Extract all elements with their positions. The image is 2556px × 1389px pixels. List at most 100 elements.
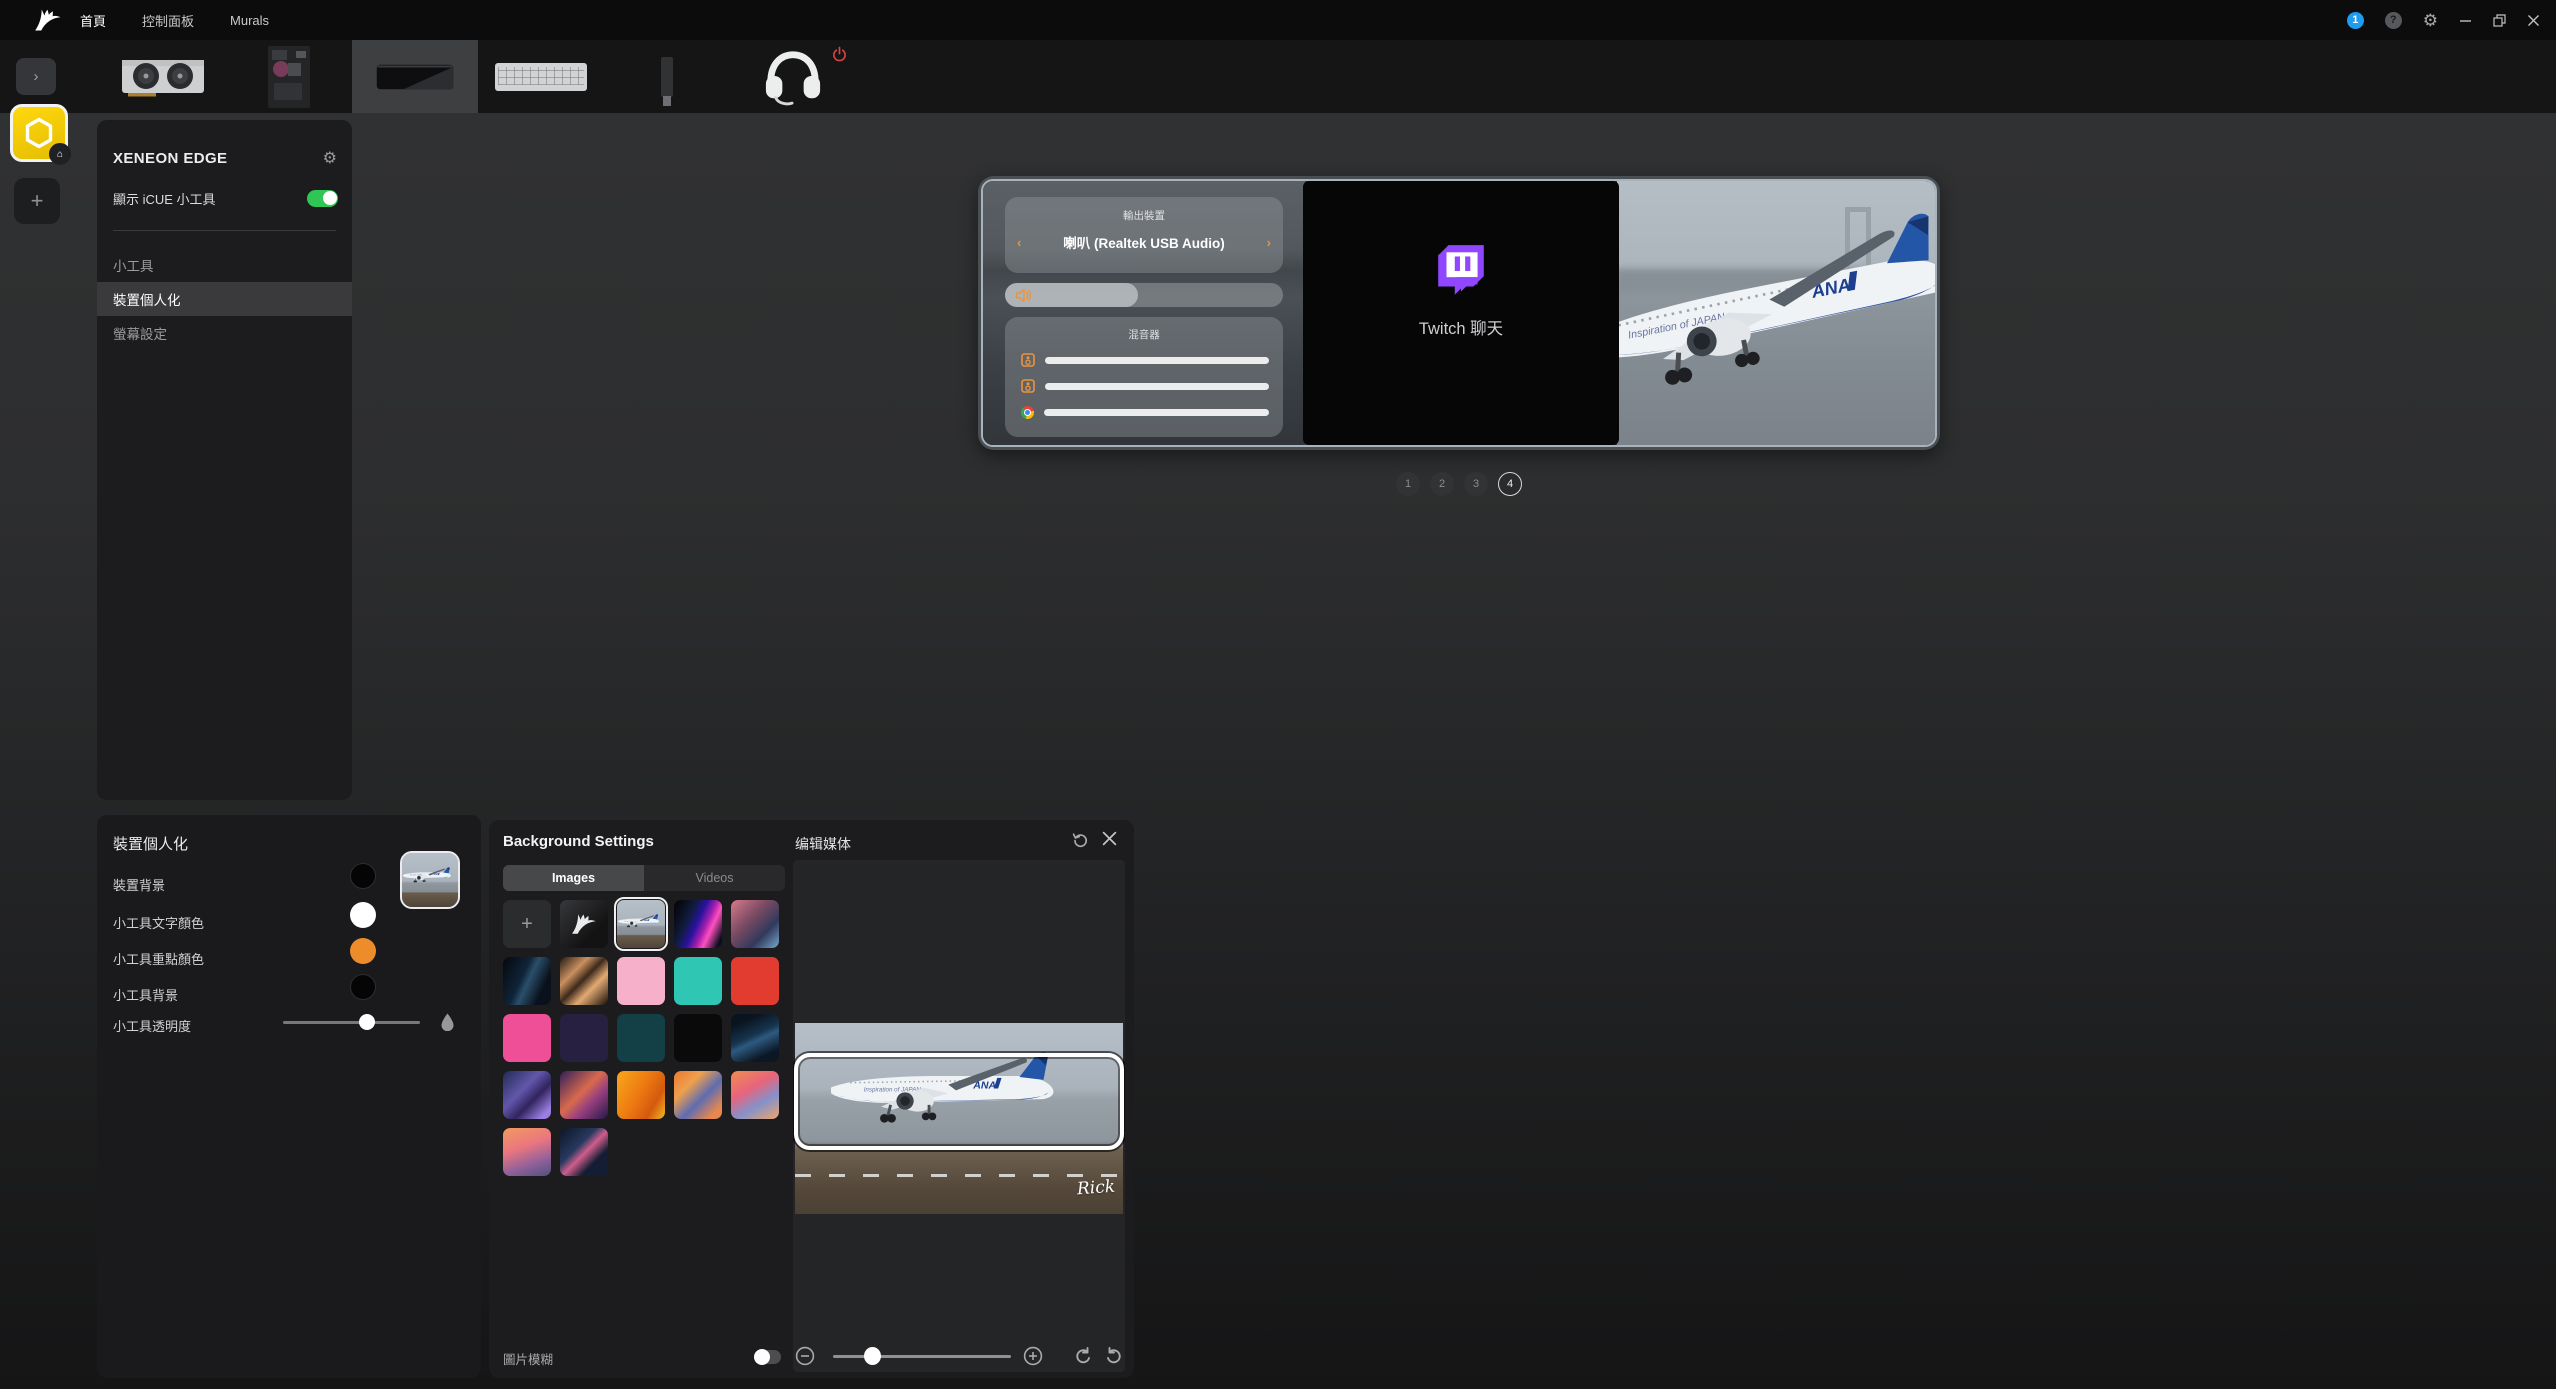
rotate-right-icon[interactable] [1105,1347,1123,1365]
widget-text-color-swatch[interactable] [350,902,376,928]
mixer-row[interactable] [1021,405,1269,419]
audio-widget[interactable]: 輸出裝置 ‹ 喇叭 (Realtek USB Audio) › 混音器 [983,181,1305,445]
twitch-chat-widget[interactable]: Twitch 聊天 [1303,181,1619,445]
image-thumbnail[interactable] [731,1071,779,1119]
zoom-slider[interactable] [833,1355,1011,1358]
menu-item-widgets[interactable]: 小工具 [97,248,352,282]
crop-frame[interactable] [794,1053,1124,1150]
edit-media-canvas[interactable]: Rick [793,860,1125,1372]
gpu-image [118,49,208,105]
personalization-title: 裝置個人化 [113,833,188,854]
mixer-row[interactable] [1021,379,1269,393]
page-dot-1[interactable]: 1 [1396,472,1420,496]
close-dialog-icon[interactable] [1102,831,1117,846]
device-tab-gpu[interactable] [100,40,226,113]
image-thumbnail[interactable] [674,900,722,948]
wallpaper-section[interactable] [1617,181,1935,445]
background-settings-title: Background Settings [503,833,654,850]
menu-home[interactable]: 首頁 [80,11,106,30]
headset-image [762,47,824,107]
icue-widgets-toggle-label: 顯示 iCUE 小工具 [113,189,216,208]
page-dot-4[interactable]: 4 [1498,472,1522,496]
device-background-label: 裝置背景 [113,875,165,894]
image-thumbnail[interactable] [731,1014,779,1062]
add-scene-button[interactable]: + [14,178,60,224]
device-tab-motherboard[interactable] [226,40,352,113]
menu-item-screen-settings[interactable]: 螢幕設定 [97,316,352,350]
zoom-slider-thumb[interactable] [864,1347,881,1365]
image-blur-label: 圖片模糊 [503,1349,553,1368]
help-icon[interactable]: ? [2385,12,2402,29]
sidebar-expand-button[interactable]: › [16,58,56,95]
active-device-tile[interactable]: ⌂ [10,104,68,162]
restore-button[interactable] [2493,14,2506,27]
pagination: 1234 [978,472,1940,496]
widget-opacity-slider[interactable] [283,1021,420,1024]
volume-slider[interactable] [1005,283,1283,307]
image-thumbnail-airplane[interactable] [617,900,665,948]
next-device-arrow[interactable]: › [1267,235,1271,250]
mixer-level-bar[interactable] [1045,357,1269,364]
page-dot-2[interactable]: 2 [1430,472,1454,496]
opacity-max-droplet-icon [440,1012,455,1031]
device-background-thumbnail[interactable] [400,851,460,909]
device-tab-headset[interactable] [730,40,856,113]
image-thumbnail[interactable] [560,1128,608,1176]
device-tab-usb-device[interactable] [604,40,730,113]
page-dot-3[interactable]: 3 [1464,472,1488,496]
image-thumbnail[interactable] [560,1014,608,1062]
image-thumbnail-corsair[interactable] [560,900,608,948]
minimize-button[interactable] [2459,14,2472,27]
image-thumbnail[interactable] [617,1071,665,1119]
image-thumbnail[interactable] [617,957,665,1005]
image-thumbnail[interactable] [731,900,779,948]
close-button[interactable] [2527,14,2540,27]
menu-item-device-personalization[interactable]: 裝置個人化 [97,282,352,316]
settings-gear-icon[interactable]: ⚙ [2423,12,2438,29]
keyboard-image [495,63,587,91]
icue-widgets-toggle[interactable] [307,190,338,207]
opacity-min-droplet-icon [252,1012,267,1031]
xeneon-edge-image [374,58,456,96]
device-tab-keyboard[interactable] [478,40,604,113]
corsair-logo-icon[interactable] [34,6,62,34]
menu-murals[interactable]: Murals [230,13,269,28]
zoom-out-icon[interactable] [795,1346,815,1366]
menu-dashboard[interactable]: 控制面板 [142,11,194,30]
prev-device-arrow[interactable]: ‹ [1017,235,1021,250]
widget-background-swatch[interactable] [350,974,376,1000]
mixer-level-bar[interactable] [1045,383,1269,390]
background-image-thumb [402,853,458,907]
add-image-button[interactable]: + [503,900,551,948]
image-thumbnail[interactable] [503,1128,551,1176]
notification-badge[interactable]: 1 [2347,12,2364,29]
image-blur-toggle[interactable] [754,1350,781,1364]
widget-opacity-slider-thumb[interactable] [359,1014,375,1030]
rotate-left-icon[interactable] [1074,1347,1092,1365]
image-thumbnail[interactable] [617,1014,665,1062]
tab-videos[interactable]: Videos [644,865,785,891]
widget-accent-color-swatch[interactable] [350,938,376,964]
image-thumbnail[interactable] [503,1014,551,1062]
image-thumbnail[interactable] [731,957,779,1005]
mixer-row[interactable] [1021,353,1269,367]
image-thumbnail[interactable] [674,1014,722,1062]
main-menu: 首頁 控制面板 Murals [80,0,269,40]
device-background-swatch[interactable] [350,863,376,889]
device-gear-icon[interactable]: ⚙ [323,148,337,168]
mixer-level-bar[interactable] [1044,409,1269,416]
image-thumbnail[interactable] [560,1071,608,1119]
zoom-in-icon[interactable] [1023,1346,1043,1366]
widget-opacity-label: 小工具透明度 [113,1016,191,1035]
image-thumbnail[interactable] [674,1071,722,1119]
image-thumbnail[interactable] [503,957,551,1005]
device-tab-xeneon-edge[interactable] [352,40,478,113]
tab-images[interactable]: Images [503,865,644,891]
reset-icon[interactable] [1072,831,1089,848]
image-thumbnail[interactable] [560,957,608,1005]
image-thumbnail[interactable] [674,957,722,1005]
device-menu: 小工具 裝置個人化 螢幕設定 [97,248,352,350]
widget-text-color-label: 小工具文字顏色 [113,913,204,932]
image-thumbnail[interactable] [503,1071,551,1119]
wallpaper-airplane [1617,199,1935,411]
